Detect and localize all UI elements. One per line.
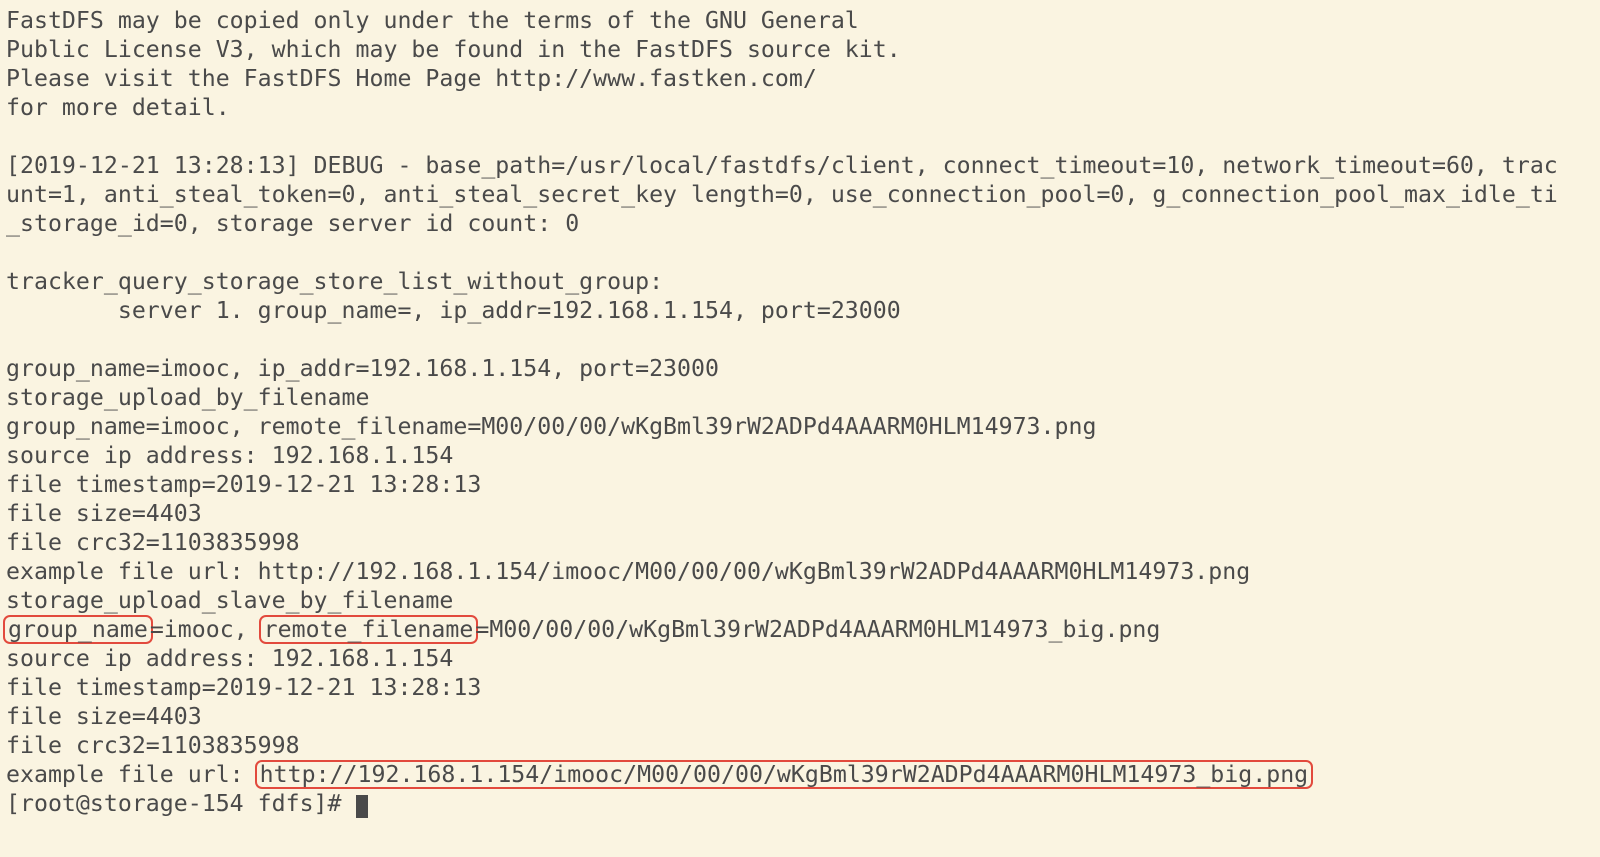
output-line: example file url: http://192.168.1.154/i… xyxy=(6,558,1250,585)
output-line: _storage_id=0, storage server id count: … xyxy=(6,210,579,237)
output-line: Public License V3, which may be found in… xyxy=(6,36,901,63)
output-line: file timestamp=2019-12-21 13:28:13 xyxy=(6,674,481,701)
output-line: group_name=imooc, ip_addr=192.168.1.154,… xyxy=(6,355,719,382)
output-line: storage_upload_slave_by_filename xyxy=(6,587,453,614)
output-line: unt=1, anti_steal_token=0, anti_steal_se… xyxy=(6,181,1558,208)
output-line: storage_upload_by_filename xyxy=(6,384,369,411)
output-line: source ip address: 192.168.1.154 xyxy=(6,442,453,469)
output-text: =M00/00/00/wKgBml39rW2ADPd4AAARM0HLM1497… xyxy=(475,616,1160,643)
shell-prompt[interactable]: [root@storage-154 fdfs]# xyxy=(6,790,356,817)
output-line: file size=4403 xyxy=(6,500,202,527)
output-line: file timestamp=2019-12-21 13:28:13 xyxy=(6,471,481,498)
terminal-output[interactable]: FastDFS may be copied only under the ter… xyxy=(0,0,1600,818)
output-line: file crc32=1103835998 xyxy=(6,529,300,556)
output-line: group_name=imooc, remote_filename=M00/00… xyxy=(6,413,1096,440)
output-line: server 1. group_name=, ip_addr=192.168.1… xyxy=(6,297,901,324)
output-line: file size=4403 xyxy=(6,703,202,730)
highlight-example-url: http://192.168.1.154/imooc/M00/00/00/wKg… xyxy=(255,760,1314,789)
highlight-remote-filename: remote_filename xyxy=(259,615,479,644)
output-line: tracker_query_storage_store_list_without… xyxy=(6,268,663,295)
output-line: FastDFS may be copied only under the ter… xyxy=(6,7,859,34)
output-line: file crc32=1103835998 xyxy=(6,732,300,759)
output-text: =imooc, xyxy=(150,616,262,643)
output-line: [2019-12-21 13:28:13] DEBUG - base_path=… xyxy=(6,152,1558,179)
output-line: source ip address: 192.168.1.154 xyxy=(6,645,453,672)
output-text: example file url: xyxy=(6,761,258,788)
highlight-group-name: group_name xyxy=(3,615,153,644)
cursor-icon xyxy=(356,795,368,818)
output-line: Please visit the FastDFS Home Page http:… xyxy=(6,65,817,92)
output-line: for more detail. xyxy=(6,94,230,121)
